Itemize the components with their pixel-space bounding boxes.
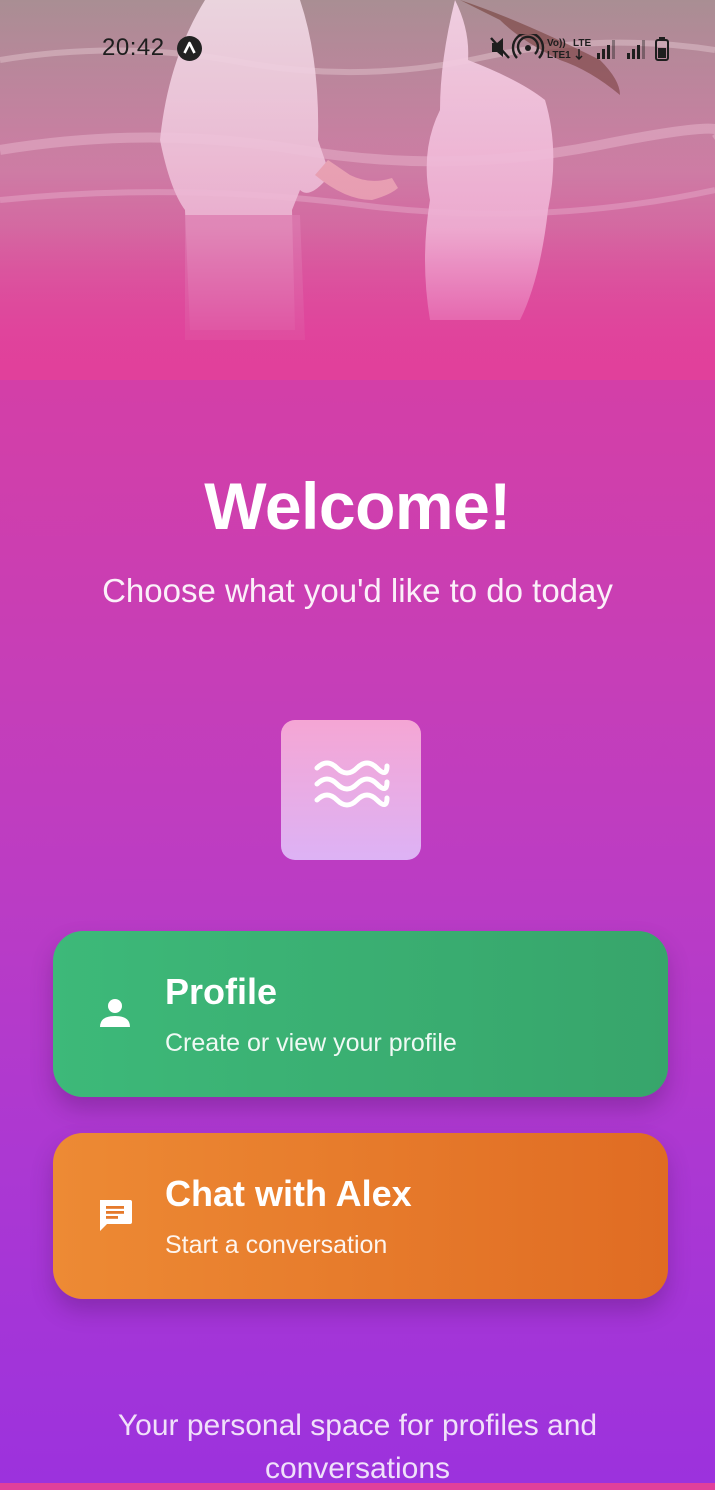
chat-button[interactable]: Chat with Alex Start a conversation (53, 1133, 668, 1299)
hotspot-icon (511, 34, 545, 59)
waves-icon (314, 760, 390, 808)
profile-button[interactable]: Profile Create or view your profile (53, 931, 668, 1097)
person-icon (100, 999, 130, 1027)
svg-text:LTE1: LTE1 (547, 50, 571, 61)
footer-text: Your personal space for profiles and con… (117, 1409, 598, 1485)
welcome-title: Welcome! (204, 469, 511, 543)
app-logo (281, 720, 421, 860)
mute-icon (490, 37, 510, 59)
signal-icon (627, 40, 645, 59)
profile-button-subtitle: Create or view your profile (165, 1029, 457, 1057)
chat-button-subtitle: Start a conversation (165, 1231, 388, 1259)
svg-text:LTE: LTE (573, 38, 591, 49)
svg-text:Vo)): Vo)) (547, 38, 566, 49)
status-bar: 20:42 Vo)) LTE1 LTE (0, 28, 715, 68)
signal-icon (597, 40, 615, 59)
profile-button-title: Profile (165, 971, 278, 1012)
app-notification-icon (177, 36, 202, 61)
status-icons: Vo)) LTE1 LTE (490, 34, 669, 61)
volte-lte-icon: Vo)) LTE1 LTE (547, 38, 591, 61)
welcome-subtitle: Choose what you'd like to do today (102, 572, 613, 609)
battery-icon (655, 37, 669, 61)
chat-icon (100, 1200, 132, 1231)
chat-button-title: Chat with Alex (165, 1173, 412, 1214)
status-time: 20:42 (102, 34, 165, 61)
